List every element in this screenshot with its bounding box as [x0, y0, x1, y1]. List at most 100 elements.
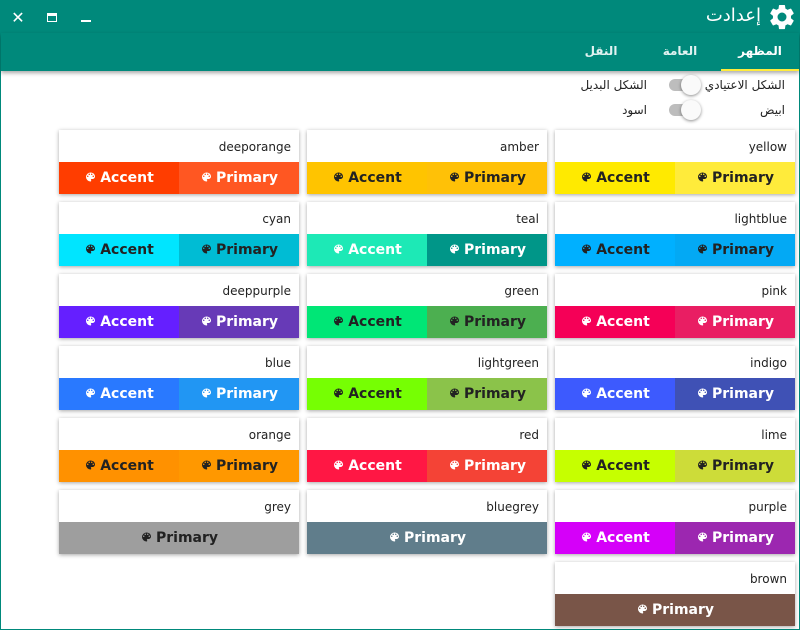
swatch-card-teal: teal Accent Primary	[307, 202, 547, 266]
palette-icon	[697, 244, 707, 254]
swatch-card-blue: blue Accent Primary	[59, 346, 299, 410]
primary-button[interactable]: Primary	[179, 378, 299, 410]
color-mode-toggle[interactable]	[669, 100, 701, 120]
accent-button[interactable]: Accent	[59, 234, 179, 266]
palette-icon	[334, 388, 344, 398]
palette-icon	[582, 532, 592, 542]
theme-toggle[interactable]	[669, 75, 701, 95]
accent-button[interactable]: Accent	[555, 522, 675, 554]
primary-button-label: Primary	[711, 314, 775, 330]
accent-button[interactable]: Accent	[59, 378, 179, 410]
primary-button[interactable]: Primary	[427, 234, 547, 266]
accent-button[interactable]: Accent	[555, 162, 675, 194]
close-button[interactable]: ✕	[1, 1, 35, 33]
swatch-card-red: red Accent Primary	[307, 418, 547, 482]
swatch-name: grey	[264, 500, 291, 514]
accent-button-label: Accent	[348, 386, 402, 402]
accent-button-label: Accent	[596, 386, 650, 402]
primary-button[interactable]: Primary	[675, 306, 795, 338]
primary-button[interactable]: Primary	[427, 162, 547, 194]
tab-transfer[interactable]: النقل	[568, 33, 634, 71]
palette-icon	[582, 316, 592, 326]
accent-button-label: Accent	[348, 170, 402, 186]
accent-button[interactable]: Accent	[555, 450, 675, 482]
primary-button-label: Primary	[711, 242, 775, 258]
primary-button-label: Primary	[711, 458, 775, 474]
palette-icon	[449, 316, 459, 326]
primary-button-label: Primary	[463, 242, 527, 258]
palette-icon	[389, 532, 399, 542]
window-title: إعدادت	[705, 5, 761, 26]
primary-button[interactable]: Primary	[179, 162, 299, 194]
primary-button[interactable]: Primary	[675, 450, 795, 482]
theme-alt-label: الشكل البديل	[580, 78, 647, 92]
primary-button[interactable]: Primary	[675, 162, 795, 194]
accent-button-label: Accent	[348, 458, 402, 474]
primary-button[interactable]: Primary	[675, 234, 795, 266]
primary-button-label: Primary	[651, 602, 715, 618]
accent-button[interactable]: Accent	[555, 306, 675, 338]
primary-button-label: Primary	[403, 530, 467, 546]
accent-button[interactable]: Accent	[59, 450, 179, 482]
palette-icon	[86, 172, 96, 182]
palette-icon	[86, 244, 96, 254]
accent-button[interactable]: Accent	[307, 450, 427, 482]
accent-button[interactable]: Accent	[59, 162, 179, 194]
primary-button[interactable]: Primary	[179, 450, 299, 482]
primary-button[interactable]: Primary	[179, 306, 299, 338]
primary-button-label: Primary	[215, 386, 279, 402]
swatch-card-brown: brown Primary	[555, 562, 795, 626]
swatch-card-indigo: indigo Accent Primary	[555, 346, 795, 410]
swatch-name: yellow	[748, 140, 787, 154]
palette-icon	[697, 172, 707, 182]
primary-button[interactable]: Primary	[675, 522, 795, 554]
swatch-card-yellow: yellow Accent Primary	[555, 130, 795, 194]
accent-button[interactable]: Accent	[555, 378, 675, 410]
swatch-name: teal	[516, 212, 539, 226]
accent-button[interactable]: Accent	[307, 162, 427, 194]
primary-button[interactable]: Primary	[427, 378, 547, 410]
tab-appearance[interactable]: المظهر	[721, 33, 799, 71]
accent-button[interactable]: Accent	[555, 234, 675, 266]
accent-button[interactable]: Accent	[307, 378, 427, 410]
palette-icon	[334, 244, 344, 254]
accent-button[interactable]: Accent	[307, 306, 427, 338]
primary-button[interactable]: Primary	[427, 306, 547, 338]
toggle-knob	[681, 75, 701, 95]
palette-icon	[582, 244, 592, 254]
primary-button-label: Primary	[463, 458, 527, 474]
maximize-icon	[47, 12, 57, 22]
primary-button-label: Primary	[711, 530, 775, 546]
palette-icon	[86, 460, 96, 470]
swatch-card-grey: grey Primary	[59, 490, 299, 554]
palette-icon	[201, 244, 211, 254]
primary-button[interactable]: Primary	[307, 522, 547, 554]
minimize-button[interactable]	[69, 1, 103, 33]
primary-button[interactable]: Primary	[427, 450, 547, 482]
primary-button[interactable]: Primary	[179, 234, 299, 266]
swatch-name: bluegrey	[486, 500, 539, 514]
palette-icon	[86, 316, 96, 326]
swatch-name: orange	[248, 428, 291, 442]
swatch-name: lime	[761, 428, 787, 442]
palette-icon	[141, 532, 151, 542]
accent-button-label: Accent	[348, 314, 402, 330]
primary-button-label: Primary	[215, 242, 279, 258]
palette-icon	[201, 172, 211, 182]
gear-icon	[770, 4, 794, 30]
palette-icon	[697, 460, 707, 470]
primary-button[interactable]: Primary	[555, 594, 795, 626]
swatch-card-green: green Accent Primary	[307, 274, 547, 338]
accent-button[interactable]: Accent	[59, 306, 179, 338]
palette-icon	[449, 172, 459, 182]
primary-button[interactable]: Primary	[675, 378, 795, 410]
tab-general[interactable]: العامة	[642, 33, 718, 71]
palette-icon	[449, 388, 459, 398]
swatch-name: purple	[748, 500, 788, 514]
theme-default-label: الشكل الاعتيادي	[704, 78, 785, 92]
accent-button[interactable]: Accent	[307, 234, 427, 266]
accent-button-label: Accent	[596, 242, 650, 258]
palette-icon	[201, 388, 211, 398]
primary-button[interactable]: Primary	[59, 522, 299, 554]
maximize-button[interactable]	[35, 1, 69, 33]
